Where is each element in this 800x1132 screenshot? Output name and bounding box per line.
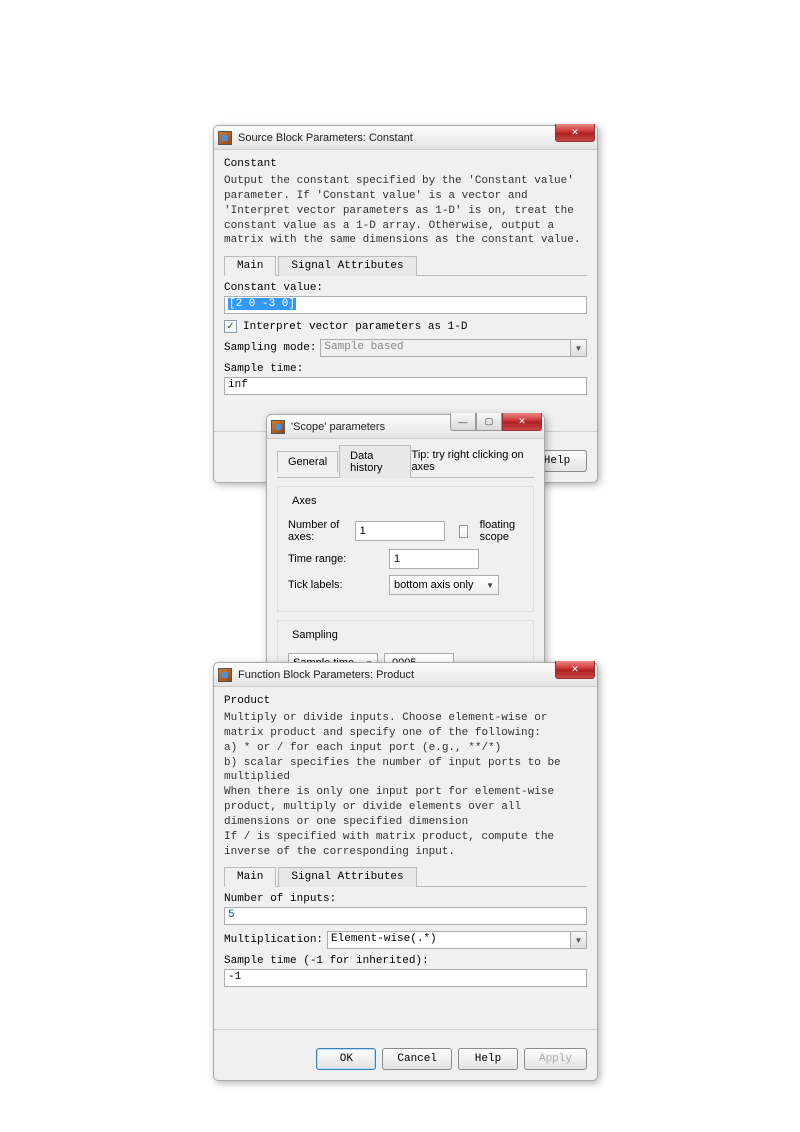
simulink-icon <box>218 131 232 145</box>
apply-button[interactable]: Apply <box>524 1048 587 1070</box>
close-button[interactable]: ✕ <box>555 124 595 142</box>
sampling-group-title: Sampling <box>288 629 342 641</box>
help-button[interactable]: Help <box>458 1048 518 1070</box>
chevron-down-icon[interactable]: ▼ <box>571 931 587 949</box>
tab-strip: General Data history Tip: try right clic… <box>277 445 534 478</box>
time-range-input[interactable] <box>389 549 479 569</box>
ok-button[interactable]: OK <box>316 1048 376 1070</box>
tick-labels-select[interactable]: bottom axis only▼ <box>389 575 499 595</box>
simulink-icon <box>218 668 232 682</box>
maximize-button[interactable]: ▢ <box>476 413 502 431</box>
floating-scope-checkbox[interactable] <box>459 525 468 538</box>
tip-text: Tip: try right clicking on axes <box>412 449 534 473</box>
multiplication-label: Multiplication: <box>224 934 323 946</box>
axes-group: Axes Number of axes: floating scope Time… <box>277 486 534 612</box>
section-title: Product <box>224 693 587 709</box>
tab-strip: Main Signal Attributes <box>224 867 587 887</box>
tick-labels-label: Tick labels: <box>288 579 383 591</box>
num-inputs-label: Number of inputs: <box>224 893 587 905</box>
interpret-1d-label: Interpret vector parameters as 1-D <box>243 321 467 333</box>
sample-time-input[interactable]: -1 <box>224 969 587 987</box>
simulink-icon <box>271 420 285 434</box>
axes-group-title: Axes <box>288 495 320 507</box>
sample-time-input[interactable]: inf <box>224 377 587 395</box>
close-button[interactable]: ✕ <box>502 413 542 431</box>
constant-value-input[interactable]: [2 0 -3 0] <box>224 296 587 314</box>
description-text: Multiply or divide inputs. Choose elemen… <box>224 711 587 859</box>
window-title: Function Block Parameters: Product <box>238 669 414 681</box>
constant-value-label: Constant value: <box>224 282 587 294</box>
minimize-button[interactable]: — <box>450 413 476 431</box>
titlebar[interactable]: Source Block Parameters: Constant ✕ <box>214 126 597 150</box>
num-axes-input[interactable] <box>355 521 445 541</box>
sample-time-label: Sample time (-1 for inherited): <box>224 955 587 967</box>
titlebar[interactable]: Function Block Parameters: Product ✕ <box>214 663 597 687</box>
sampling-mode-label: Sampling mode: <box>224 342 316 354</box>
section-title: Constant <box>224 156 587 172</box>
titlebar[interactable]: 'Scope' parameters — ▢ ✕ <box>267 415 544 439</box>
tab-main[interactable]: Main <box>224 867 276 887</box>
tab-signal-attributes[interactable]: Signal Attributes <box>278 867 416 887</box>
window-title: 'Scope' parameters <box>291 421 385 433</box>
chevron-down-icon: ▼ <box>486 581 494 590</box>
tab-data-history[interactable]: Data history <box>339 445 410 478</box>
floating-scope-label: floating scope <box>480 519 523 543</box>
time-range-label: Time range: <box>288 553 383 565</box>
description-text: Output the constant specified by the 'Co… <box>224 174 587 248</box>
multiplication-select[interactable]: Element-wise(.*) <box>327 931 571 949</box>
num-axes-label: Number of axes: <box>288 519 349 543</box>
cancel-button[interactable]: Cancel <box>382 1048 452 1070</box>
tab-general[interactable]: General <box>277 451 338 473</box>
close-button[interactable]: ✕ <box>555 661 595 679</box>
window-title: Source Block Parameters: Constant <box>238 132 413 144</box>
tab-strip: Main Signal Attributes <box>224 256 587 276</box>
num-inputs-input[interactable]: 5 <box>224 907 587 925</box>
chevron-down-icon[interactable]: ▼ <box>571 339 587 357</box>
tab-main[interactable]: Main <box>224 256 276 276</box>
sample-time-label: Sample time: <box>224 363 587 375</box>
tab-signal-attributes[interactable]: Signal Attributes <box>278 256 416 276</box>
interpret-1d-checkbox[interactable] <box>224 320 237 333</box>
sampling-mode-select[interactable]: Sample based <box>320 339 571 357</box>
dialog-product: Function Block Parameters: Product ✕ Pro… <box>213 662 598 1081</box>
